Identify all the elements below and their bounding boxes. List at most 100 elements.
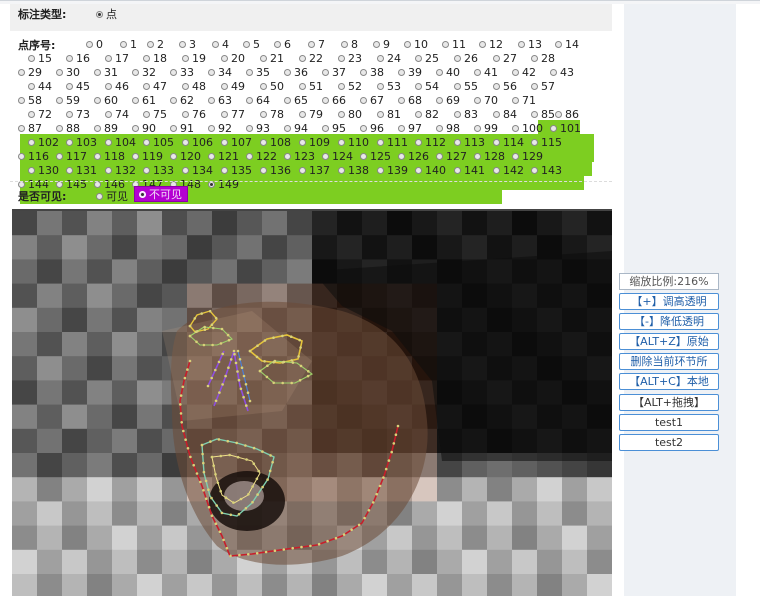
radio-icon[interactable]: [182, 138, 189, 146]
landmark-point[interactable]: [342, 533, 346, 536]
landmark-point[interactable]: [228, 453, 231, 457]
landmark-point[interactable]: [261, 485, 264, 489]
point-order-option[interactable]: 92: [208, 122, 232, 135]
point-order-option[interactable]: 36: [284, 66, 308, 79]
landmark-point[interactable]: [225, 546, 229, 550]
radio-icon[interactable]: [531, 166, 538, 174]
point-order-option[interactable]: 143: [531, 164, 562, 177]
landmark-point[interactable]: [227, 338, 231, 342]
point-order-option[interactable]: 98: [436, 122, 460, 135]
radio-icon[interactable]: [474, 68, 481, 76]
landmark-point[interactable]: [239, 497, 243, 501]
point-order-option[interactable]: 96: [360, 122, 384, 135]
radio-icon[interactable]: [322, 96, 329, 104]
point-order-option[interactable]: 11: [442, 38, 466, 51]
radio-icon[interactable]: [415, 82, 422, 90]
landmark-point[interactable]: [299, 346, 302, 349]
point-order-option[interactable]: 68: [398, 94, 422, 107]
radio-icon[interactable]: [436, 68, 443, 76]
radio-icon[interactable]: [377, 166, 384, 174]
landmark-point[interactable]: [367, 509, 371, 512]
radio-icon[interactable]: [512, 96, 519, 104]
point-order-option[interactable]: 114: [493, 136, 524, 149]
radio-icon[interactable]: [221, 166, 228, 174]
landmark-point[interactable]: [252, 446, 256, 450]
point-order-option[interactable]: 103: [66, 136, 97, 149]
landmark-point[interactable]: [229, 358, 233, 361]
radio-icon[interactable]: [28, 54, 35, 62]
point-order-option[interactable]: 131: [66, 164, 97, 177]
radio-icon[interactable]: [105, 138, 112, 146]
point-order-option[interactable]: 1: [120, 38, 137, 51]
landmark-point[interactable]: [195, 340, 198, 344]
landmark-point[interactable]: [181, 385, 185, 389]
landmark-point[interactable]: [244, 444, 247, 447]
radio-icon[interactable]: [246, 124, 253, 132]
landmark-point[interactable]: [281, 334, 284, 338]
landmark-point[interactable]: [226, 333, 230, 337]
radio-icon[interactable]: [454, 110, 461, 118]
landmark-point[interactable]: [242, 395, 245, 399]
point-order-option[interactable]: 41: [474, 66, 498, 79]
point-order-option[interactable]: 108: [260, 136, 291, 149]
landmark-point[interactable]: [179, 412, 183, 415]
point-order-option[interactable]: 40: [436, 66, 460, 79]
radio-icon[interactable]: [94, 96, 101, 104]
landmark-point[interactable]: [247, 553, 250, 556]
landmark-point[interactable]: [392, 442, 396, 445]
landmark-point[interactable]: [212, 464, 215, 467]
landmark-point[interactable]: [207, 505, 211, 509]
point-order-option[interactable]: 27: [493, 52, 517, 65]
landmark-point[interactable]: [179, 394, 183, 397]
radio-icon[interactable]: [493, 166, 500, 174]
radio-icon[interactable]: [208, 68, 215, 76]
landmark-point[interactable]: [216, 481, 220, 485]
point-order-option[interactable]: 118: [94, 150, 125, 163]
point-order-option[interactable]: 83: [454, 108, 478, 121]
point-order-option[interactable]: 42: [512, 66, 536, 79]
alt-drag-button[interactable]: 【ALT+拖拽】: [619, 394, 719, 411]
point-order-option[interactable]: 110: [338, 136, 369, 149]
landmark-point[interactable]: [202, 489, 205, 492]
radio-icon[interactable]: [299, 138, 306, 146]
radio-icon[interactable]: [170, 96, 177, 104]
landmark-point[interactable]: [204, 479, 208, 483]
point-order-option[interactable]: 142: [493, 164, 524, 177]
landmark-point[interactable]: [220, 511, 224, 515]
landmark-point[interactable]: [235, 441, 238, 445]
radio-icon[interactable]: [436, 96, 443, 104]
radio-icon[interactable]: [299, 166, 306, 174]
landmark-point[interactable]: [206, 384, 210, 388]
landmark-point[interactable]: [218, 530, 222, 533]
radio-icon[interactable]: [170, 124, 177, 132]
landmark-point[interactable]: [233, 352, 236, 356]
point-order-option[interactable]: 52: [338, 80, 362, 93]
landmark-point[interactable]: [245, 458, 248, 461]
radio-icon[interactable]: [284, 152, 291, 160]
landmark-point[interactable]: [210, 514, 214, 517]
point-order-option[interactable]: 46: [105, 80, 129, 93]
radio-icon[interactable]: [182, 166, 189, 174]
radio-icon[interactable]: [132, 96, 139, 104]
radio-icon[interactable]: [454, 138, 461, 146]
radio-icon[interactable]: [105, 54, 112, 62]
radio-icon[interactable]: [56, 152, 63, 160]
radio-icon[interactable]: [493, 138, 500, 146]
landmark-point[interactable]: [237, 512, 241, 516]
point-order-option[interactable]: 111: [377, 136, 408, 149]
point-order-option[interactable]: 10: [404, 38, 428, 51]
landmark-point[interactable]: [382, 476, 385, 479]
radio-icon[interactable]: [493, 82, 500, 90]
point-order-option[interactable]: 56: [493, 80, 517, 93]
radio-icon[interactable]: [404, 40, 411, 48]
radio-icon[interactable]: [182, 110, 189, 118]
delete-current-step-button[interactable]: 删除当前环节所: [619, 353, 719, 370]
landmark-point[interactable]: [193, 317, 197, 320]
radio-icon[interactable]: [260, 166, 267, 174]
radio-icon[interactable]: [147, 40, 154, 48]
point-order-option[interactable]: 23: [338, 52, 362, 65]
landmark-point[interactable]: [201, 452, 204, 456]
radio-icon[interactable]: [338, 110, 345, 118]
radio-icon[interactable]: [182, 82, 189, 90]
point-order-option[interactable]: 39: [398, 66, 422, 79]
